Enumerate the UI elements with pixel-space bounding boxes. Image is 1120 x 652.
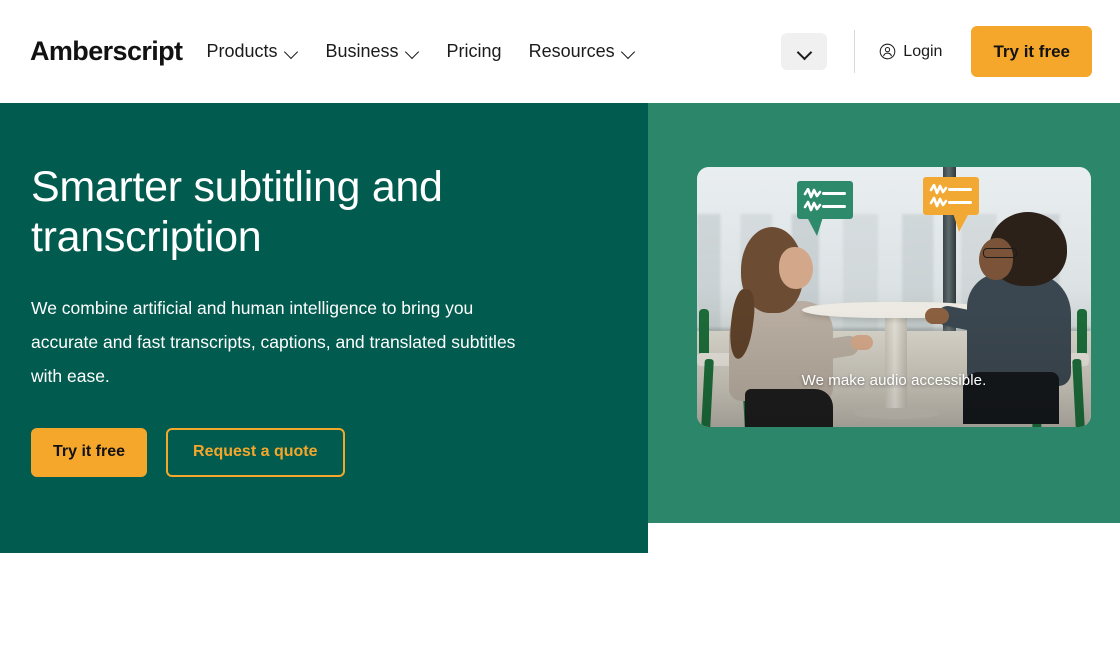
chevron-down-icon <box>622 47 636 56</box>
hero-title: Smarter subtitling and transcription <box>31 163 443 261</box>
page-root: Amberscript Products Business Pricing Re… <box>0 0 1120 652</box>
nav-item-pricing[interactable]: Pricing <box>447 41 502 62</box>
hero-request-a-quote-button[interactable]: Request a quote <box>166 427 345 477</box>
chevron-down-icon <box>406 47 420 56</box>
site-header: Amberscript Products Business Pricing Re… <box>0 0 1120 103</box>
user-circle-icon <box>879 43 896 60</box>
nav-label-business: Business <box>325 41 399 61</box>
nav-item-products[interactable]: Products <box>206 41 298 62</box>
nav-label-pricing: Pricing <box>446 41 502 61</box>
amberscript-logo[interactable]: Amberscript <box>30 38 183 65</box>
header-try-it-free-button[interactable]: Try it free <box>971 26 1092 77</box>
hero-content: Smarter subtitling and transcription We … <box>0 103 648 553</box>
login-label: Login <box>903 42 943 60</box>
hero-image-caption: We make audio accessible. <box>801 372 987 389</box>
nav-item-business[interactable]: Business <box>326 41 420 62</box>
nav-label-products: Products <box>206 41 278 61</box>
speech-bubble-tail <box>953 213 969 232</box>
person-right <box>925 212 1073 427</box>
speech-bubble-orange <box>923 177 979 232</box>
subtitle-waveform-icon <box>929 184 972 208</box>
speech-bubble-tail <box>807 217 823 236</box>
hero-cta-group: Try it free Request a quote <box>31 427 648 477</box>
header-actions: Login Try it free <box>781 26 1092 77</box>
hero-try-it-free-button[interactable]: Try it free <box>31 427 148 477</box>
subtitle-waveform-icon <box>803 188 846 212</box>
main-navigation: Products Business Pricing Resources <box>206 41 635 62</box>
login-link[interactable]: Login <box>879 43 942 61</box>
nav-item-resources[interactable]: Resources <box>529 41 636 62</box>
language-selector[interactable] <box>781 33 828 70</box>
speech-bubble-green <box>797 181 853 236</box>
header-divider <box>854 30 856 73</box>
hero-image-card: We make audio accessible. <box>697 167 1091 427</box>
nav-label-resources: Resources <box>528 41 615 61</box>
chevron-down-icon <box>797 47 811 56</box>
hero-subtitle: We combine artificial and human intellig… <box>31 297 516 386</box>
chevron-down-icon <box>285 47 299 56</box>
